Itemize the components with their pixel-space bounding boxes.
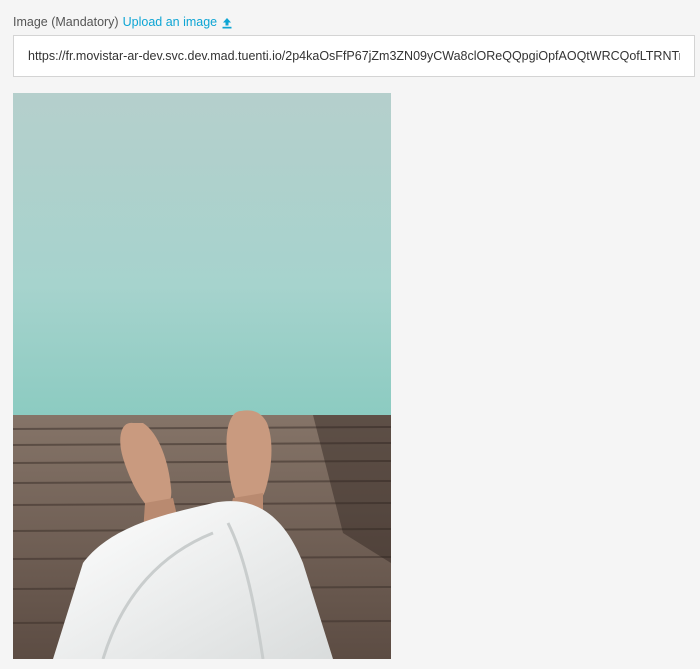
preview-photo [13, 93, 391, 659]
upload-icon [221, 16, 233, 29]
image-field-label: Image (Mandatory) [13, 15, 119, 29]
image-field-label-row: Image (Mandatory) Upload an image [13, 13, 233, 31]
image-url-input[interactable] [13, 35, 695, 77]
image-preview [13, 93, 391, 659]
upload-image-label: Upload an image [122, 15, 218, 29]
upload-image-link[interactable]: Upload an image [123, 13, 234, 31]
